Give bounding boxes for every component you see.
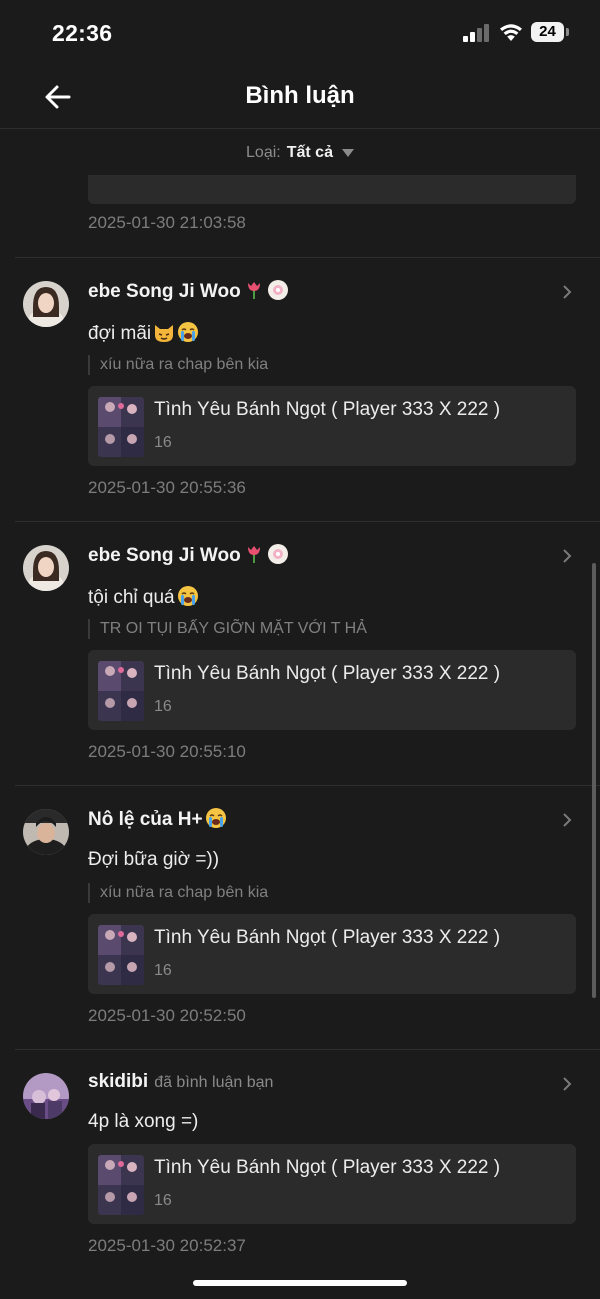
chevron-right-icon[interactable] — [560, 285, 574, 299]
card-view-count: 16 — [154, 434, 172, 451]
manga-card[interactable]: Tình Yêu Bánh Ngọt ( Player 333 X 222 ) … — [88, 386, 576, 466]
comment-feed[interactable]: 16 2025-01-30 21:03:58 ebe Song Ji Woo đ… — [0, 0, 600, 1299]
quoted-reply: xíu nữa ra chap bên kia — [88, 883, 268, 903]
comment-timestamp: 2025-01-30 20:55:10 — [88, 742, 246, 761]
username[interactable]: Nô lệ của H+ — [88, 807, 227, 831]
username[interactable]: skidibi đã bình luận bạn — [88, 1071, 273, 1093]
tulip-emoji-icon — [243, 543, 265, 565]
manga-thumbnail — [98, 661, 144, 721]
nav-bar: Bình luận — [0, 66, 600, 129]
flower-emoji-icon — [267, 543, 289, 565]
avatar[interactable] — [23, 809, 69, 855]
comment-body: đợi mãi — [88, 323, 152, 344]
chevron-right-icon[interactable] — [560, 813, 574, 827]
username[interactable]: ebe Song Ji Woo — [88, 279, 289, 303]
manga-card[interactable]: Tình Yêu Bánh Ngọt ( Player 333 X 222 ) … — [88, 650, 576, 730]
divider — [15, 257, 600, 258]
crying-emoji-icon — [205, 807, 227, 829]
avatar[interactable] — [23, 545, 69, 591]
filter-bar: Loại: Tất cả — [0, 129, 600, 175]
manga-thumbnail — [98, 1155, 144, 1215]
comment-text: 4p là xong =) — [88, 1111, 199, 1132]
filter-value[interactable]: Tất cả — [287, 144, 333, 162]
status-time: 22:36 — [52, 20, 113, 46]
card-view-count: 16 — [154, 698, 172, 715]
comment-text: tội chỉ quá — [88, 585, 199, 609]
comment-timestamp: 2025-01-30 20:52:37 — [88, 1236, 246, 1255]
chevron-right-icon[interactable] — [560, 1077, 574, 1091]
avatar[interactable] — [23, 1073, 69, 1119]
chevron-right-icon[interactable] — [560, 549, 574, 563]
card-view-count: 16 — [154, 962, 172, 979]
manga-thumbnail — [98, 397, 144, 457]
quoted-reply: TR OI TỤI BẤY GIỠN MẶT VỚI T HẢ — [88, 619, 367, 639]
card-view-count: 16 — [154, 1192, 172, 1209]
manga-card[interactable]: Tình Yêu Bánh Ngọt ( Player 333 X 222 ) … — [88, 1144, 576, 1224]
caret-down-icon[interactable] — [341, 149, 354, 157]
username-text[interactable]: Nô lệ của H+ — [88, 809, 203, 830]
battery-icon: 24 — [531, 22, 564, 42]
card-title: Tình Yêu Bánh Ngọt ( Player 333 X 222 ) — [154, 399, 501, 420]
battery-tip — [566, 28, 569, 36]
username-text[interactable]: ebe Song Ji Woo — [88, 281, 241, 302]
comment-timestamp: 2025-01-30 20:52:50 — [88, 1006, 246, 1025]
comment-body: tội chỉ quá — [88, 587, 175, 608]
crying-emoji-icon — [177, 321, 199, 343]
comment-timestamp: 2025-01-30 21:03:58 — [88, 213, 246, 232]
quoted-reply: xíu nữa ra chap bên kia — [88, 355, 268, 375]
wifi-icon — [500, 24, 522, 41]
flower-emoji-icon — [267, 279, 289, 301]
comment-text: Đợi bữa giờ =)) — [88, 849, 220, 870]
page-title: Bình luận — [245, 82, 355, 109]
home-indicator[interactable] — [193, 1280, 407, 1286]
filter-label: Loại: — [246, 144, 281, 161]
filter-dropdown[interactable]: Loại: Tất cả — [246, 144, 354, 162]
scrollbar[interactable] — [592, 563, 596, 998]
manga-thumbnail — [98, 925, 144, 985]
card-title: Tình Yêu Bánh Ngọt ( Player 333 X 222 ) — [154, 927, 501, 948]
tulip-emoji-icon — [243, 279, 265, 301]
username-text[interactable]: ebe Song Ji Woo — [88, 545, 241, 566]
crying-emoji-icon — [177, 585, 199, 607]
cellular-signal-icon — [463, 24, 491, 42]
comment-timestamp: 2025-01-30 20:55:36 — [88, 478, 246, 497]
divider — [15, 521, 600, 522]
manga-card[interactable]: Tình Yêu Bánh Ngọt ( Player 333 X 222 ) … — [88, 914, 576, 994]
cat-emoji-icon — [153, 321, 175, 343]
status-bar: 22:36 24 — [0, 0, 600, 66]
divider — [15, 1049, 600, 1050]
card-title: Tình Yêu Bánh Ngọt ( Player 333 X 222 ) — [154, 1157, 501, 1178]
comment-text: đợi mãi — [88, 321, 199, 345]
divider — [15, 785, 600, 786]
username[interactable]: ebe Song Ji Woo — [88, 543, 289, 567]
username-text[interactable]: skidibi — [88, 1071, 148, 1092]
card-title: Tình Yêu Bánh Ngọt ( Player 333 X 222 ) — [154, 663, 501, 684]
action-text: đã bình luận bạn — [154, 1074, 274, 1091]
avatar[interactable] — [23, 281, 69, 327]
